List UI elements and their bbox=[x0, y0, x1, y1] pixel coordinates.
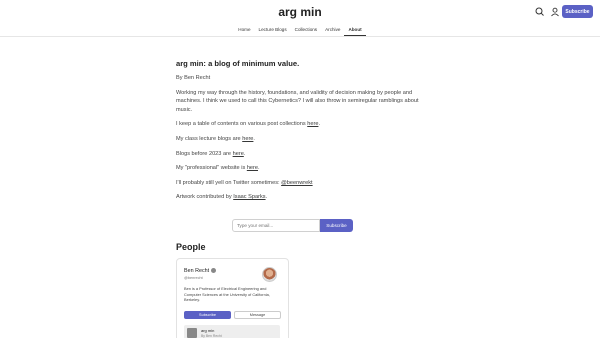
verified-icon bbox=[211, 268, 217, 274]
person-card: Ben Recht @benrecht Ben is a Professor o… bbox=[176, 258, 289, 338]
page-title: arg min: a blog of minimum value. bbox=[176, 59, 300, 68]
avatar[interactable] bbox=[262, 267, 277, 282]
description: Working my way through the history, foun… bbox=[176, 89, 419, 113]
lecture-text: My class lecture blogs are bbox=[176, 135, 243, 142]
people-heading: People bbox=[176, 242, 206, 252]
lecture-period: . bbox=[253, 135, 255, 142]
person-name-row[interactable]: Ben Recht bbox=[184, 268, 217, 274]
twitter-link[interactable]: @beenwrekt bbox=[281, 180, 313, 186]
publication-item[interactable]: arg min By Ben Recht bbox=[184, 325, 280, 338]
artwork-text: Artwork contributed by bbox=[176, 194, 234, 201]
nav-item-home[interactable]: Home bbox=[234, 24, 254, 36]
form-subscribe-button[interactable]: Subscribe bbox=[320, 219, 353, 232]
about-content: arg min: a blog of minimum value. By Ben… bbox=[176, 59, 428, 208]
person-bio: Ben is a Professor of Electrical Enginee… bbox=[184, 286, 270, 303]
twitter-paragraph: I'll probably still yell on Twitter some… bbox=[176, 179, 428, 188]
person-handle: @benrecht bbox=[184, 276, 203, 280]
nav-item-archive[interactable]: Archive bbox=[321, 24, 344, 36]
email-input[interactable] bbox=[232, 219, 320, 232]
website-period: . bbox=[258, 165, 260, 172]
lecture-paragraph: My class lecture blogs are here. bbox=[176, 135, 428, 144]
publication-thumbnail bbox=[187, 328, 197, 338]
twitter-text: I'll probably still yell on Twitter some… bbox=[176, 179, 282, 186]
person-name[interactable]: Ben Recht bbox=[184, 268, 209, 274]
website-text: My "professional" website is bbox=[176, 165, 247, 172]
old-blogs-link[interactable]: here bbox=[233, 151, 244, 157]
toc-paragraph: I keep a table of contents on various po… bbox=[176, 120, 428, 129]
nav-item-collections[interactable]: Collections bbox=[291, 24, 321, 36]
toc-period: . bbox=[318, 121, 320, 128]
nav-item-about[interactable]: About bbox=[344, 24, 366, 36]
old-blogs-text: Blogs before 2023 are bbox=[176, 150, 233, 157]
byline: By Ben Recht bbox=[176, 75, 211, 81]
old-blogs-period: . bbox=[243, 150, 246, 157]
message-button[interactable]: Message bbox=[234, 311, 281, 319]
artwork-paragraph: Artwork contributed by Isaac Sparks. bbox=[176, 193, 428, 202]
nav-item-lecture-blogs[interactable]: Lecture Blogs bbox=[255, 24, 291, 36]
website-paragraph: My "professional" website is here. bbox=[176, 164, 428, 173]
artwork-link[interactable]: Isaac Sparks bbox=[233, 194, 265, 200]
publication-name: arg min bbox=[201, 328, 215, 333]
website-link[interactable]: here bbox=[247, 165, 258, 171]
old-blogs-paragraph: Blogs before 2023 are here. bbox=[176, 150, 428, 159]
publication-author: By Ben Recht bbox=[201, 334, 222, 338]
header: arg min Subscribe bbox=[0, 0, 600, 24]
toc-link[interactable]: here bbox=[307, 121, 318, 127]
toc-text: I keep a table of contents on various po… bbox=[176, 121, 308, 128]
person-subscribe-button[interactable]: Subscribe bbox=[184, 311, 231, 319]
site-title[interactable]: arg min bbox=[0, 5, 600, 19]
subscribe-form: Subscribe bbox=[232, 219, 353, 232]
lecture-link[interactable]: here bbox=[242, 136, 253, 142]
subscribe-button[interactable]: Subscribe bbox=[562, 5, 593, 18]
nav-bar: Home Lecture Blogs Collections Archive A… bbox=[0, 24, 600, 37]
search-icon[interactable] bbox=[533, 5, 547, 19]
artwork-period: . bbox=[265, 194, 268, 201]
user-icon[interactable] bbox=[548, 5, 562, 19]
